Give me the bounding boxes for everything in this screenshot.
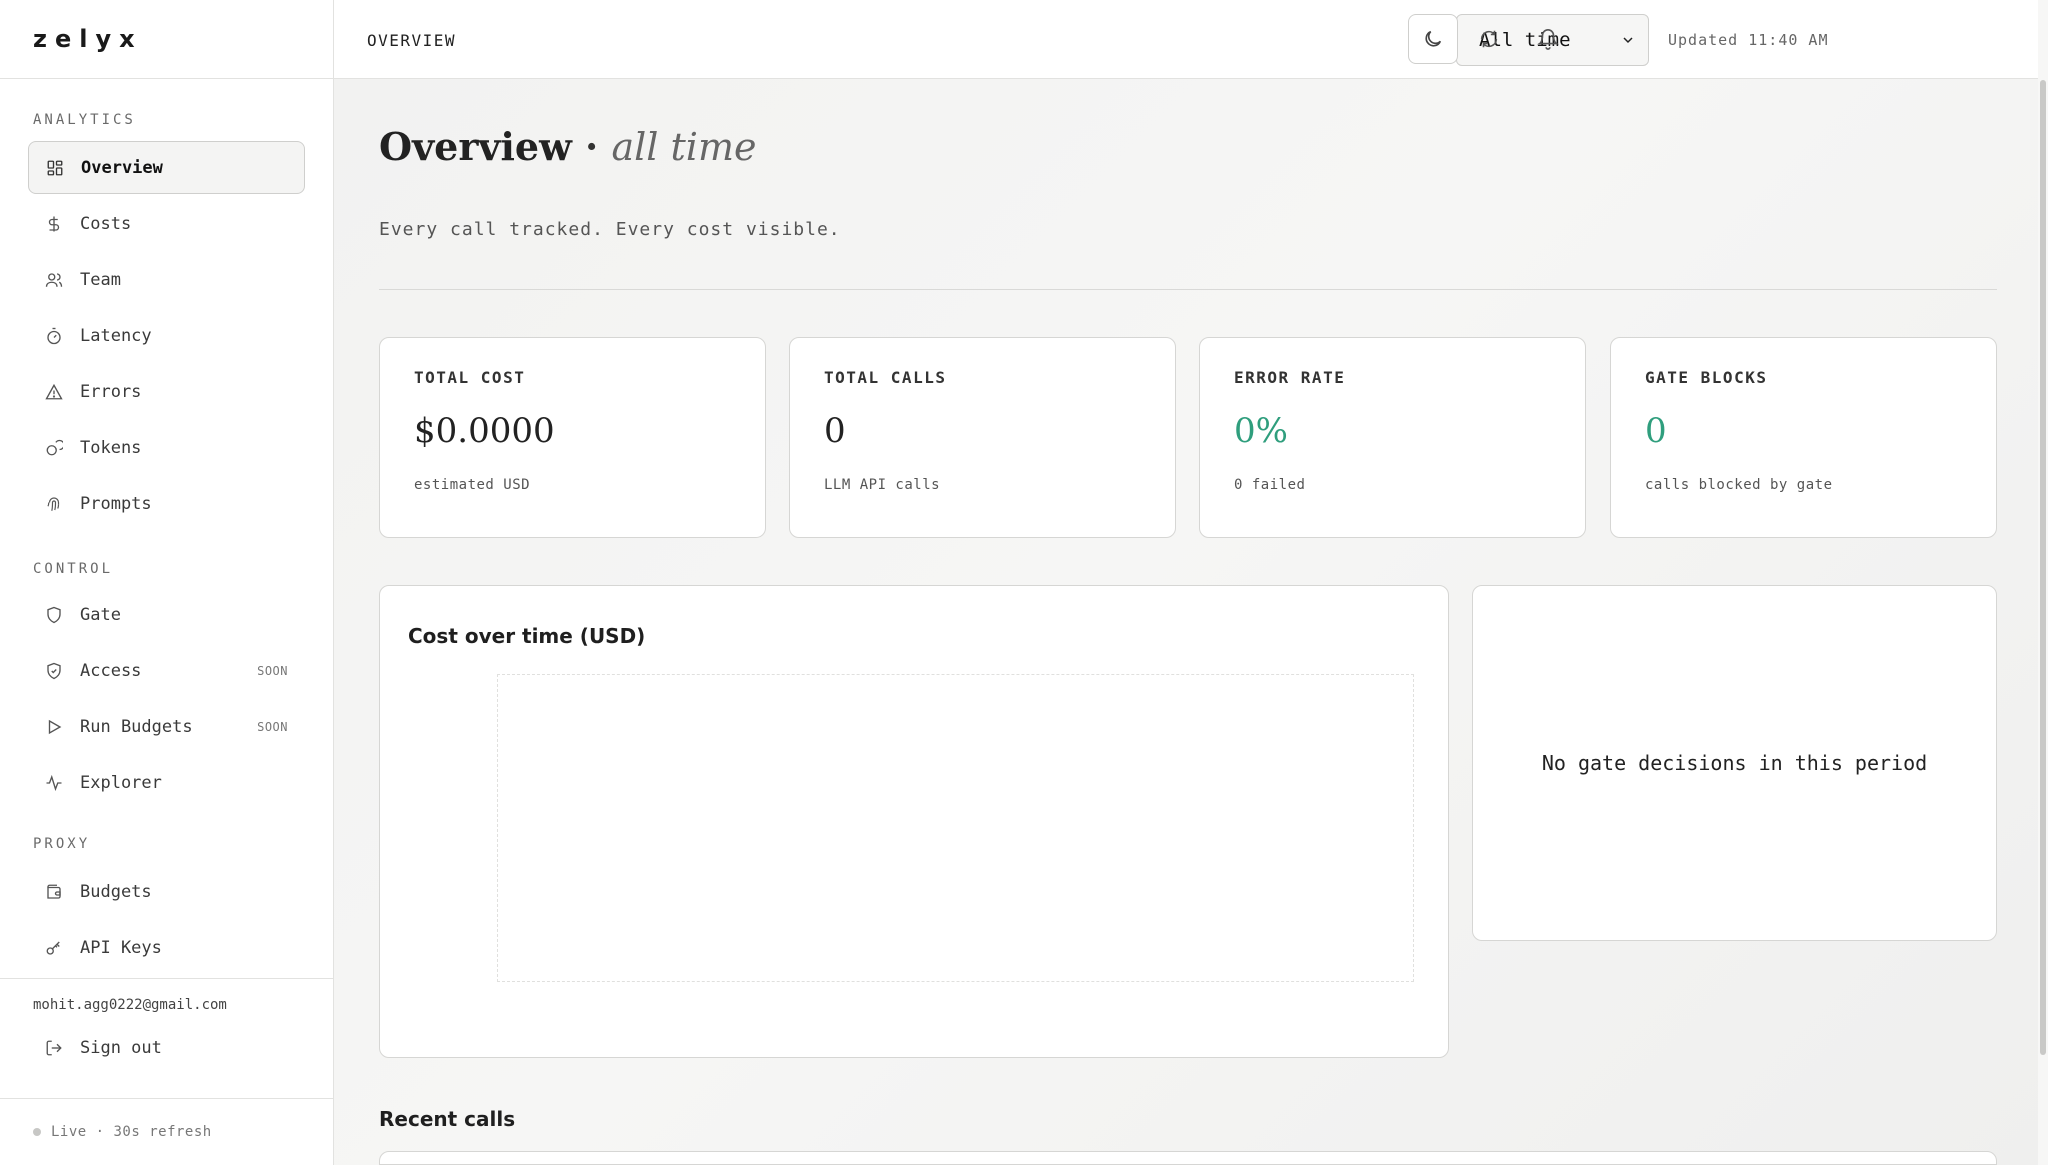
sign-out-label: Sign out [80, 1038, 162, 1058]
sidebar-item-label: Explorer [80, 772, 162, 793]
topbar: OVERVIEW All time Updated 11:40 AM [334, 0, 2048, 79]
users-icon [45, 271, 63, 289]
key-icon [45, 939, 63, 957]
live-status-label: Live · 30s refresh [51, 1124, 212, 1140]
stat-label: TOTAL COST [414, 368, 526, 387]
dollar-icon [45, 215, 63, 233]
refresh-button[interactable] [1464, 14, 1514, 64]
sidebar-item-gate[interactable]: Gate [28, 588, 305, 641]
stat-value: $0.0000 [414, 411, 555, 451]
sidebar-item-budgets[interactable]: Budgets [28, 865, 305, 918]
gate-empty-message: No gate decisions in this period [1541, 751, 1928, 775]
stat-note: 0 failed [1234, 477, 1306, 493]
soon-badge: SOON [257, 719, 288, 734]
section-label-analytics: ANALYTICS [33, 112, 136, 128]
chart-plot-area [497, 674, 1414, 982]
stat-value: 0% [1234, 411, 1288, 451]
sidebar-item-label: Errors [80, 381, 142, 402]
sidebar-item-label: Latency [80, 325, 152, 346]
stat-label: TOTAL CALLS [824, 368, 947, 387]
sidebar-item-label: Run Budgets [80, 716, 193, 737]
wallet-icon [45, 883, 63, 901]
heading-text: Overview [379, 124, 572, 169]
page-title: OVERVIEW [367, 31, 457, 50]
sidebar-item-overview[interactable]: Overview [28, 141, 305, 194]
page-scrollbar[interactable] [2038, 0, 2048, 1165]
status-dot [33, 1128, 41, 1136]
stat-note: calls blocked by gate [1645, 477, 1833, 493]
chevron-down-icon [1623, 37, 1633, 44]
recent-calls-table [379, 1151, 1997, 1165]
stat-value: 0 [824, 411, 846, 451]
fingerprint-icon [45, 495, 63, 513]
timer-icon [45, 327, 63, 345]
sidebar-item-label: Costs [80, 213, 132, 234]
stat-label: ERROR RATE [1234, 368, 1346, 387]
section-label-proxy: PROXY [33, 836, 91, 852]
theme-toggle-button[interactable] [1408, 14, 1458, 64]
heading-range: all time [611, 125, 757, 169]
sidebar-item-explorer[interactable]: Explorer [28, 756, 305, 809]
shield-check-icon [45, 662, 63, 680]
sign-out-button[interactable]: Sign out [28, 1023, 305, 1073]
play-icon [45, 718, 63, 736]
notifications-button[interactable] [1523, 14, 1573, 64]
refresh-icon [1480, 30, 1498, 48]
sidebar-item-label: Overview [81, 157, 163, 178]
coins-icon [45, 439, 63, 457]
main-content: Overview · all time Every call tracked. … [334, 79, 2048, 1165]
recent-calls-title: Recent calls [379, 1107, 516, 1131]
sidebar-item-label: Team [80, 269, 121, 290]
activity-icon [45, 774, 63, 792]
sidebar-item-errors[interactable]: Errors [28, 365, 305, 418]
stat-value: 0 [1645, 411, 1667, 451]
log-out-icon [45, 1039, 63, 1057]
brand-name: zelyx [33, 25, 143, 53]
sidebar: zelyx ANALYTICS Overview Costs Team Late… [0, 0, 334, 1165]
sidebar-item-costs[interactable]: Costs [28, 197, 305, 250]
gate-decisions-panel: No gate decisions in this period [1472, 585, 1997, 941]
sidebar-item-latency[interactable]: Latency [28, 309, 305, 362]
stat-label: GATE BLOCKS [1645, 368, 1768, 387]
divider [379, 289, 1997, 290]
page-subtitle: Every call tracked. Every cost visible. [379, 219, 841, 240]
cost-chart-panel: Cost over time (USD) [379, 585, 1449, 1058]
sidebar-item-label: API Keys [80, 937, 162, 958]
sidebar-item-api-keys[interactable]: API Keys [28, 921, 305, 974]
stat-note: estimated USD [414, 477, 531, 493]
chart-title: Cost over time (USD) [408, 624, 646, 648]
brand-logo[interactable]: zelyx [0, 0, 333, 79]
stat-card-total-cost: TOTAL COST $0.0000 estimated USD [379, 337, 766, 538]
warning-icon [45, 383, 63, 401]
stat-note: LLM API calls [824, 477, 941, 493]
sidebar-item-label: Access [80, 660, 142, 681]
section-label-control: CONTROL [33, 561, 114, 577]
sidebar-item-label: Gate [80, 604, 121, 625]
heading-separator: · [585, 124, 599, 169]
sidebar-item-run-budgets[interactable]: Run Budgets SOON [28, 700, 305, 753]
grid-icon [46, 159, 64, 177]
user-email: mohit.agg0222@gmail.com [33, 997, 227, 1013]
overview-heading: Overview · all time [379, 124, 757, 169]
shield-icon [45, 606, 63, 624]
soon-badge: SOON [257, 663, 288, 678]
sidebar-item-label: Budgets [80, 881, 152, 902]
scrollbar-thumb[interactable] [2040, 80, 2046, 1055]
sidebar-nav: ANALYTICS Overview Costs Team Latency Er… [0, 79, 333, 974]
sidebar-item-team[interactable]: Team [28, 253, 305, 306]
sidebar-item-label: Prompts [80, 493, 152, 514]
stat-card-total-calls: TOTAL CALLS 0 LLM API calls [789, 337, 1176, 538]
sidebar-item-label: Tokens [80, 437, 142, 458]
moon-icon [1425, 30, 1442, 47]
sidebar-item-tokens[interactable]: Tokens [28, 421, 305, 474]
live-status: Live · 30s refresh [0, 1098, 334, 1165]
sidebar-item-access[interactable]: Access SOON [28, 644, 305, 697]
updated-timestamp: Updated 11:40 AM [1668, 31, 1829, 49]
sidebar-footer: mohit.agg0222@gmail.com Sign out [0, 978, 334, 1073]
stat-card-gate-blocks: GATE BLOCKS 0 calls blocked by gate [1610, 337, 1997, 538]
stat-card-error-rate: ERROR RATE 0% 0 failed [1199, 337, 1586, 538]
bell-icon [1537, 29, 1559, 50]
sidebar-item-prompts[interactable]: Prompts [28, 477, 305, 530]
